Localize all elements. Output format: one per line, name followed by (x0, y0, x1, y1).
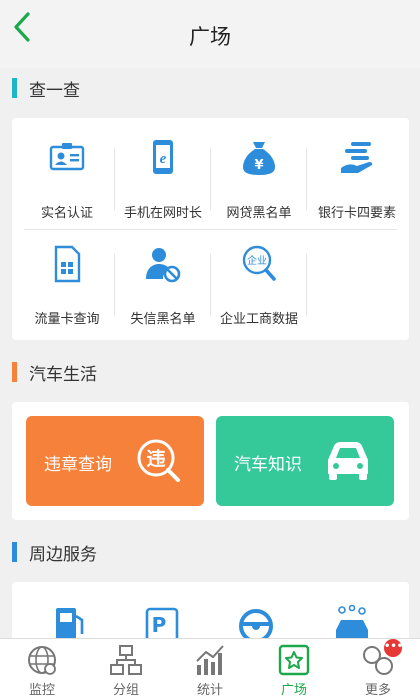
tab-label: 更多 (364, 683, 391, 698)
car-knowledge-label: 汽车知识 (234, 455, 302, 475)
check-item-label: 银行卡四要素 (317, 206, 396, 221)
check-card: 实名认证 e 手机在网时长 ¥ 网贷黑名单 银行卡四要素 流量卡查询 失信黑名单… (12, 118, 409, 340)
company-search-icon: 企业 (242, 245, 276, 281)
header-bar: 广场 (0, 0, 420, 68)
svg-text:P: P (152, 613, 167, 637)
star-square-icon (278, 644, 310, 676)
check-item-label: 失信黑名单 (130, 312, 196, 327)
check-item-phone-time[interactable]: e 手机在网时长 (116, 138, 210, 232)
check-item-label: 网贷黑名单 (226, 206, 292, 221)
tab-more[interactable]: ••• 更多 (336, 639, 420, 700)
check-item-label: 企业工商数据 (219, 312, 298, 327)
page-title: 广场 (189, 25, 231, 49)
car-knowledge-button[interactable]: 汽车知识 (216, 416, 394, 506)
id-card-icon (49, 143, 85, 171)
violation-query-button[interactable]: 违章查询 违 (26, 416, 204, 506)
violation-search-icon: 违 (137, 439, 180, 482)
section-accent-bar (12, 362, 17, 382)
tab-group[interactable]: 分组 (84, 643, 168, 700)
section-car-label: 汽车生活 (29, 364, 97, 385)
bottom-tab-bar: 监控 分组 统计 广场 ••• 更多 (0, 638, 420, 700)
svg-text:¥: ¥ (254, 158, 263, 173)
section-check-label: 查一查 (29, 80, 80, 101)
tab-monitor[interactable]: 监控 (0, 643, 84, 700)
globe-icon (28, 646, 56, 675)
check-item-label: 手机在网时长 (123, 206, 202, 221)
car-wash-icon[interactable] (332, 604, 372, 642)
check-item-company-data[interactable]: 企业 企业工商数据 (212, 244, 306, 338)
section-accent-bar (12, 542, 17, 562)
steering-wheel-icon[interactable] (238, 606, 274, 642)
section-check-title: 查一查 (12, 76, 80, 101)
section-nearby-title: 周边服务 (12, 540, 97, 565)
tab-label: 统计 (196, 683, 223, 698)
tab-label: 广场 (280, 683, 307, 698)
section-nearby-label: 周边服务 (29, 544, 97, 565)
parking-icon[interactable]: P (144, 606, 180, 642)
money-bag-icon: ¥ (243, 142, 275, 175)
check-item-label: 流量卡查询 (34, 312, 100, 327)
gas-station-icon[interactable] (52, 606, 88, 642)
nearby-card: P (12, 582, 409, 642)
section-car-title: 汽车生活 (12, 360, 97, 385)
violation-query-label: 违章查询 (44, 455, 112, 475)
svg-text:违: 违 (146, 448, 165, 470)
row-divider (24, 229, 397, 230)
blocked-user-icon (146, 248, 181, 283)
section-accent-bar (12, 78, 17, 98)
hierarchy-icon (110, 645, 142, 675)
tab-label: 分组 (112, 683, 139, 698)
tab-square[interactable]: 广场 (252, 643, 336, 700)
svg-text:e: e (160, 151, 167, 167)
tab-label: 监控 (28, 683, 55, 698)
car-card: 违章查询 违 汽车知识 (12, 402, 409, 520)
notification-badge: ••• (384, 639, 403, 657)
check-item-real-name[interactable]: 实名认证 (20, 138, 114, 232)
car-icon (328, 442, 368, 480)
check-item-sim-card[interactable]: 流量卡查询 (20, 244, 114, 338)
svg-text:企业: 企业 (247, 254, 267, 267)
check-item-loan-blacklist[interactable]: ¥ 网贷黑名单 (212, 138, 306, 232)
bank-card-hand-icon (341, 142, 373, 173)
sim-card-icon (54, 245, 81, 283)
phone-time-icon: e (153, 140, 173, 174)
check-item-label: 实名认证 (40, 206, 93, 221)
tab-stats[interactable]: 统计 (168, 643, 252, 700)
check-item-bank-card[interactable]: 银行卡四要素 (310, 138, 404, 232)
check-item-dishonest-list[interactable]: 失信黑名单 (116, 244, 210, 338)
bar-chart-icon (196, 645, 224, 675)
